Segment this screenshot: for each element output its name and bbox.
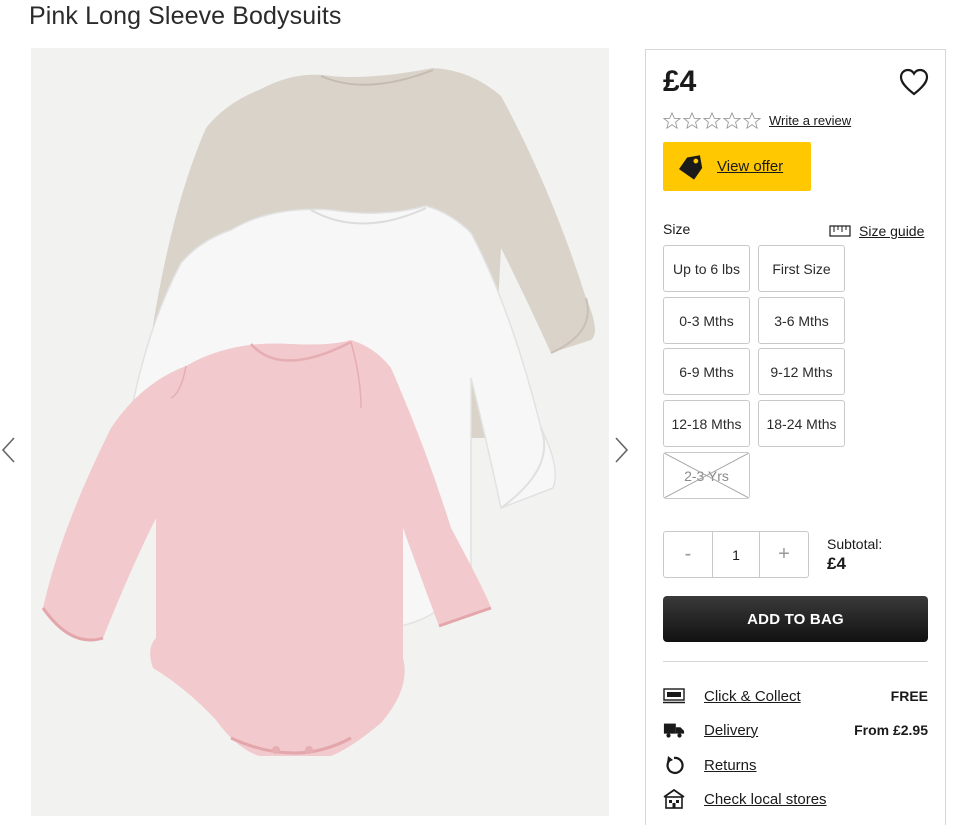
view-offer-label: View offer bbox=[717, 158, 784, 175]
star-empty-icon bbox=[723, 112, 741, 129]
add-to-bag-button[interactable]: ADD TO BAG bbox=[663, 596, 928, 642]
size-label: Size bbox=[663, 221, 691, 237]
returns-icon bbox=[663, 755, 685, 775]
size-option-up-to-6-lbs[interactable]: Up to 6 lbs bbox=[663, 245, 750, 292]
write-review-link[interactable]: Write a review bbox=[769, 113, 851, 128]
subtotal: Subtotal: £4 bbox=[827, 536, 882, 574]
quantity-stepper: - 1 + bbox=[663, 531, 809, 578]
size-option-0-3-mths[interactable]: 0-3 Mths bbox=[663, 297, 750, 344]
click-collect-link[interactable]: Click & Collect bbox=[704, 688, 801, 705]
service-row-delivery: Delivery From £2.95 bbox=[663, 719, 928, 741]
click-collect-icon bbox=[663, 686, 685, 706]
service-row-click-collect: Click & Collect FREE bbox=[663, 685, 928, 707]
view-offer-button[interactable]: View offer bbox=[663, 142, 811, 191]
size-option-12-18-mths[interactable]: 12-18 Mths bbox=[663, 400, 750, 447]
service-row-local-stores: Check local stores bbox=[663, 788, 928, 810]
price-tag-icon bbox=[679, 154, 703, 180]
service-row-returns: Returns bbox=[663, 754, 928, 776]
size-option-6-9-mths[interactable]: 6-9 Mths bbox=[663, 348, 750, 395]
delivery-link[interactable]: Delivery bbox=[704, 722, 758, 739]
size-guide-link[interactable]: Size guide bbox=[829, 223, 924, 239]
star-empty-icon bbox=[663, 112, 681, 129]
subtotal-label: Subtotal: bbox=[827, 536, 883, 552]
ruler-icon bbox=[829, 225, 851, 237]
size-option-18-24-mths[interactable]: 18-24 Mths bbox=[758, 400, 845, 447]
size-guide-label: Size guide bbox=[859, 223, 925, 239]
divider bbox=[663, 661, 928, 662]
page-title: Pink Long Sleeve Bodysuits bbox=[29, 2, 342, 30]
star-empty-icon bbox=[703, 112, 721, 129]
wishlist-heart-icon[interactable] bbox=[899, 68, 929, 96]
store-icon bbox=[663, 789, 685, 809]
star-empty-icon bbox=[743, 112, 761, 129]
next-image-arrow-icon[interactable] bbox=[612, 436, 630, 464]
product-price: £4 bbox=[663, 65, 697, 98]
size-option-first-size[interactable]: First Size bbox=[758, 245, 845, 292]
size-option-9-12-mths[interactable]: 9-12 Mths bbox=[758, 348, 845, 395]
check-local-stores-link[interactable]: Check local stores bbox=[704, 791, 827, 808]
delivery-truck-icon bbox=[663, 720, 685, 740]
returns-link[interactable]: Returns bbox=[704, 757, 757, 774]
product-image[interactable] bbox=[31, 48, 609, 816]
product-gallery bbox=[0, 48, 640, 816]
previous-image-arrow-icon[interactable] bbox=[0, 436, 18, 464]
rating-row: Write a review bbox=[663, 112, 851, 129]
star-empty-icon bbox=[683, 112, 701, 129]
subtotal-value: £4 bbox=[827, 554, 846, 573]
size-option-2-3-yrs-unavailable: 2-3 Yrs bbox=[663, 452, 750, 499]
size-option-3-6-mths[interactable]: 3-6 Mths bbox=[758, 297, 845, 344]
click-collect-price: FREE bbox=[890, 688, 928, 704]
quantity-input[interactable]: 1 bbox=[712, 532, 760, 577]
quantity-increase-button[interactable]: + bbox=[760, 532, 808, 577]
quantity-decrease-button[interactable]: - bbox=[664, 532, 712, 577]
product-details-panel: £4 Write a review View offer Size Size g… bbox=[645, 49, 946, 825]
delivery-price: From £2.95 bbox=[854, 722, 928, 738]
unavailable-cross-icon bbox=[664, 453, 749, 498]
